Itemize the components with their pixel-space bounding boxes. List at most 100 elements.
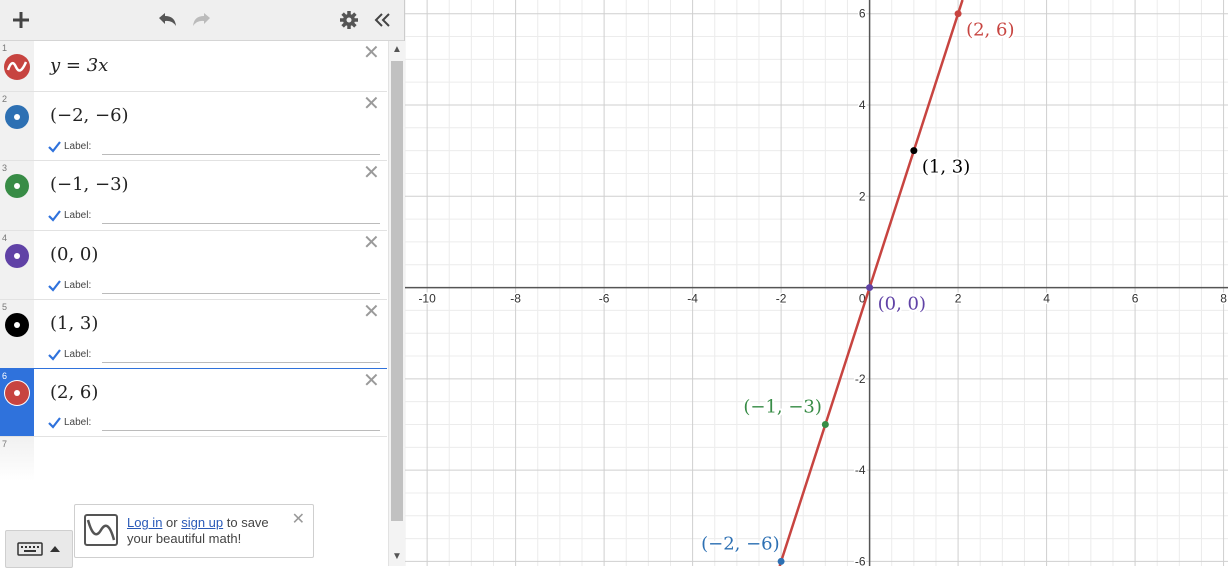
x-tick-label: 4	[1043, 292, 1050, 306]
log-in-link[interactable]: Log in	[127, 515, 162, 530]
login-prompt: Log in or sign up to save your beautiful…	[74, 504, 314, 558]
point-color-icon[interactable]	[5, 244, 29, 268]
expression-input[interactable]: (2, 6)	[50, 382, 98, 403]
x-tick-label: -10	[418, 292, 436, 306]
expression-scrollbar[interactable]: ▲ ▼	[388, 41, 405, 566]
delete-icon[interactable]: ✕	[363, 233, 380, 253]
redo-icon[interactable]	[188, 6, 216, 34]
point-color-icon[interactable]	[5, 313, 29, 337]
keyboard-toggle-button[interactable]	[5, 530, 73, 568]
expression-row-selected[interactable]: 6 (2, 6) ✕ Label:	[0, 368, 387, 438]
delete-icon[interactable]: ✕	[363, 43, 380, 63]
label-text: Label:	[64, 210, 92, 221]
label-text: Label:	[64, 280, 92, 291]
x-tick-label: -8	[510, 292, 521, 306]
x-tick-label: 2	[955, 292, 962, 306]
label-text: Label:	[64, 349, 92, 360]
expression-row[interactable]: 5 (1, 3) ✕ Label:	[0, 300, 387, 369]
expression-number: 1	[2, 43, 8, 53]
checkbox-icon[interactable]	[48, 416, 61, 429]
checkbox-icon[interactable]	[48, 209, 61, 222]
expression-row[interactable]: 1 y = 3x ✕	[0, 41, 387, 92]
y-tick-label: -2	[855, 372, 866, 386]
empty-expression-row[interactable]: 7	[0, 437, 387, 481]
plus-icon[interactable]	[7, 6, 35, 34]
label-input[interactable]	[102, 154, 380, 155]
expression-toolbar	[0, 0, 404, 41]
point-label: (2, 6)	[966, 20, 1014, 41]
expression-number: 3	[2, 163, 8, 173]
expression-input[interactable]: y = 3x	[50, 55, 108, 76]
expression-number: 6	[2, 371, 8, 381]
expression-number: 4	[2, 233, 8, 243]
delete-icon[interactable]: ✕	[363, 163, 380, 183]
keyboard-icon	[17, 542, 43, 556]
x-tick-label: 8	[1220, 292, 1227, 306]
point-label: (−1, −3)	[743, 397, 822, 418]
collapse-icon[interactable]	[368, 6, 396, 34]
y-tick-label: 6	[859, 7, 866, 21]
scroll-thumb[interactable]	[391, 61, 403, 521]
data-point	[910, 147, 918, 155]
data-point	[954, 10, 962, 18]
point-color-icon[interactable]	[5, 381, 29, 405]
expression-list: 1 y = 3x ✕ 2 (−2, −6) ✕ Label: 3 (−1, −3…	[0, 41, 387, 566]
label-text: Label:	[64, 417, 92, 428]
point-label: (−2, −6)	[701, 533, 780, 554]
delete-icon[interactable]: ✕	[363, 302, 380, 322]
delete-icon[interactable]: ✕	[363, 371, 380, 391]
expression-row[interactable]: 4 (0, 0) ✕ Label:	[0, 231, 387, 300]
sign-up-link[interactable]: sign up	[181, 515, 223, 530]
label-toggle[interactable]: Label:	[48, 348, 91, 361]
gear-icon[interactable]	[335, 6, 363, 34]
label-toggle[interactable]: Label:	[48, 416, 91, 429]
expression-number: 7	[2, 439, 8, 449]
desmos-logo-icon	[84, 514, 118, 546]
checkbox-icon[interactable]	[48, 140, 61, 153]
y-tick-label: -4	[855, 463, 866, 477]
x-tick-label: -6	[599, 292, 610, 306]
y-tick-label: 4	[859, 98, 866, 112]
expression-input[interactable]: (−2, −6)	[50, 105, 129, 126]
scroll-down-icon[interactable]: ▼	[392, 551, 402, 562]
function-graph-icon[interactable]	[4, 54, 30, 80]
graph-canvas[interactable]: -10 -8 -6 -4 -2 0 2 4 6 8-6-4-2246(−2, −6)(−1, −3…	[405, 0, 1228, 566]
expression-row[interactable]: 2 (−2, −6) ✕ Label:	[0, 92, 387, 161]
y-tick-label: 2	[859, 189, 866, 203]
label-input[interactable]	[102, 362, 380, 363]
point-label: (0, 0)	[878, 294, 926, 315]
y-tick-label: -6	[855, 554, 866, 566]
expression-number: 2	[2, 94, 8, 104]
point-color-icon[interactable]	[5, 105, 29, 129]
label-toggle[interactable]: Label:	[48, 279, 91, 292]
delete-icon[interactable]: ✕	[363, 94, 380, 114]
label-toggle[interactable]: Label:	[48, 140, 91, 153]
label-input[interactable]	[102, 430, 380, 431]
expression-input[interactable]: (−1, −3)	[50, 174, 129, 195]
checkbox-icon[interactable]	[48, 348, 61, 361]
point-color-icon[interactable]	[5, 174, 29, 198]
expression-row[interactable]: 3 (−1, −3) ✕ Label:	[0, 161, 387, 231]
close-icon[interactable]: ✕	[292, 512, 305, 528]
data-point	[777, 557, 785, 565]
login-or-text: or	[162, 515, 182, 530]
x-tick-label: -4	[687, 292, 698, 306]
expression-input[interactable]: (1, 3)	[50, 313, 98, 334]
label-toggle[interactable]: Label:	[48, 209, 91, 222]
scroll-up-icon[interactable]: ▲	[392, 44, 402, 55]
data-point	[821, 421, 829, 428]
x-tick-label: 6	[1132, 292, 1139, 306]
data-point	[866, 284, 874, 292]
undo-icon[interactable]	[153, 6, 181, 34]
label-input[interactable]	[102, 293, 380, 294]
graph-background	[405, 0, 1228, 566]
checkbox-icon[interactable]	[48, 279, 61, 292]
x-tick-label: -2	[776, 292, 787, 306]
caret-up-icon	[50, 546, 60, 552]
point-label: (1, 3)	[922, 157, 970, 178]
expression-number: 5	[2, 302, 8, 312]
login-message: Log in or sign up to save your beautiful…	[127, 515, 287, 547]
label-input[interactable]	[102, 223, 380, 224]
expression-input[interactable]: (0, 0)	[50, 244, 98, 265]
expression-panel: 1 y = 3x ✕ 2 (−2, −6) ✕ Label: 3 (−1, −3…	[0, 0, 405, 568]
